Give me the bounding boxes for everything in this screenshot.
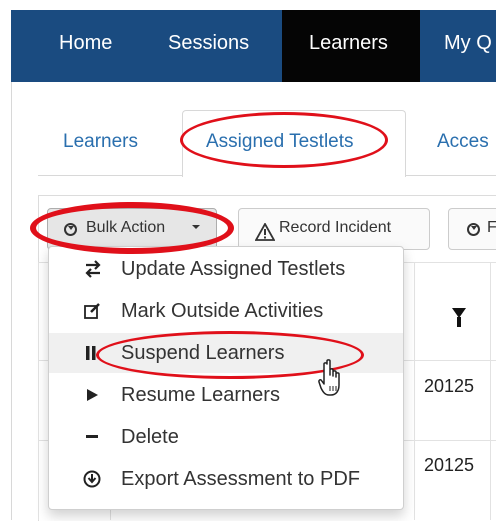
third-toolbar-button[interactable]: F xyxy=(448,208,496,250)
nav-home[interactable]: Home xyxy=(59,10,112,82)
record-incident-label: Record Incident xyxy=(279,219,392,236)
annotation-ellipse-assigned-testlets xyxy=(180,112,388,168)
minus-icon xyxy=(83,417,103,457)
menu-item-label: Export Assessment to PDF xyxy=(121,468,360,490)
page-frame-edge xyxy=(11,82,12,520)
top-navigation: Home Sessions Learners My Q xyxy=(11,10,496,82)
menu-item-label: Mark Outside Activities xyxy=(121,300,324,322)
menu-item-resume-learners[interactable]: Resume Learners xyxy=(49,375,403,415)
table-column-divider xyxy=(414,262,415,520)
nav-my-q[interactable]: My Q xyxy=(444,10,492,82)
edit-icon xyxy=(83,291,103,331)
menu-item-delete[interactable]: Delete xyxy=(49,417,403,457)
annotation-ellipse-bulk-action xyxy=(30,202,234,254)
hand-pointer-cursor-icon xyxy=(318,358,348,403)
swap-arrows-icon xyxy=(83,249,103,289)
filter-icon[interactable] xyxy=(452,308,466,327)
menu-item-label: Resume Learners xyxy=(121,384,280,406)
menu-item-label: Update Assigned Testlets xyxy=(121,258,346,280)
table-column-divider xyxy=(490,262,491,520)
menu-item-label: Delete xyxy=(121,426,179,448)
table-cell: 20125 xyxy=(424,376,475,396)
nav-sessions[interactable]: Sessions xyxy=(168,10,249,82)
download-circle-icon xyxy=(83,459,103,499)
menu-item-export-assessment-pdf[interactable]: Export Assessment to PDF xyxy=(49,459,403,499)
play-icon xyxy=(83,375,103,415)
tab-learners[interactable]: Learners xyxy=(63,131,138,153)
record-incident-button[interactable]: Record Incident xyxy=(238,208,430,250)
menu-item-update-assigned-testlets[interactable]: Update Assigned Testlets xyxy=(49,249,403,289)
circle-down-icon xyxy=(467,210,480,248)
tab-access[interactable]: Acces xyxy=(437,131,489,153)
third-button-label: F xyxy=(487,219,496,236)
table-column-divider xyxy=(38,262,39,520)
menu-item-mark-outside-activities[interactable]: Mark Outside Activities xyxy=(49,291,403,331)
table-cell: 20125 xyxy=(424,455,475,475)
nav-learners[interactable]: Learners xyxy=(282,10,420,82)
